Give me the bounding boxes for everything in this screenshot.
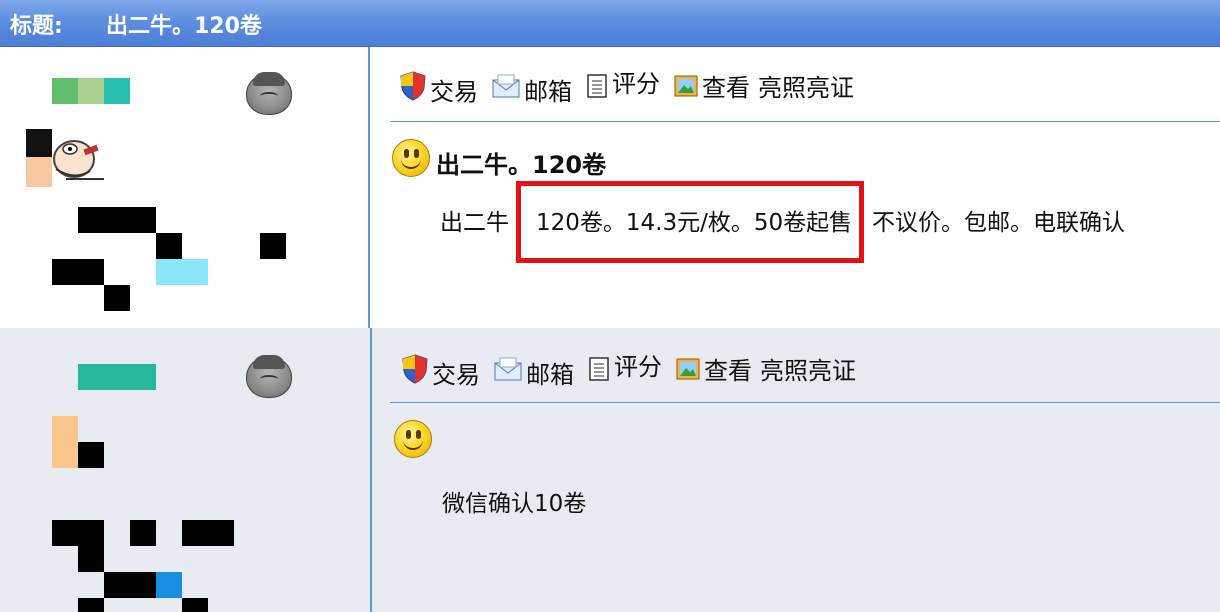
smiley-icon	[394, 420, 432, 458]
mail-icon	[494, 357, 522, 387]
popeye-avatar-icon[interactable]	[26, 129, 106, 187]
mailbox-label: 邮箱	[524, 77, 572, 106]
post-body-prefix: 出二牛	[440, 210, 509, 236]
post-2-toolbar: 交易 邮箱 评分 查看 亮照亮证	[402, 353, 870, 390]
title-bar: 标题: 出二牛。120卷	[0, 0, 1220, 47]
view-license-button[interactable]: 查看 亮照亮证	[674, 72, 854, 107]
smiley-icon	[392, 139, 430, 177]
column-divider	[370, 328, 372, 612]
picture-icon	[676, 358, 700, 386]
view-label: 查看	[702, 73, 750, 102]
username-blurred[interactable]	[78, 364, 156, 390]
thread-title: 出二牛。120卷	[106, 14, 262, 39]
gray-face-avatar-icon	[246, 355, 292, 398]
trade-button[interactable]: 交易	[402, 354, 480, 390]
user-info-blurred	[52, 520, 252, 612]
picture-icon	[674, 75, 698, 103]
shield-icon	[400, 71, 426, 107]
show-license-label: 亮照亮证	[758, 73, 854, 102]
post-2-author-panel	[0, 328, 368, 612]
post-1-header-divider	[390, 121, 1220, 122]
post-body-suffix: 不议价。包邮。电联确认	[872, 210, 1125, 236]
rating-button[interactable]: 评分	[586, 70, 660, 107]
post-2: 交易 邮箱 评分 查看 亮照亮证 微信确认10卷	[0, 328, 1220, 612]
avatar-blurred[interactable]	[52, 416, 104, 468]
mailbox-label: 邮箱	[526, 360, 574, 389]
view-license-button[interactable]: 查看 亮照亮证	[676, 355, 856, 390]
post-2-header-divider	[390, 402, 1220, 403]
username-blurred[interactable]	[52, 78, 130, 104]
post-body: 微信确认10卷	[442, 491, 587, 517]
view-label: 查看	[704, 356, 752, 385]
trade-label: 交易	[430, 77, 478, 106]
post-1-toolbar: 交易 邮箱 评分 查看 亮照亮证	[400, 70, 868, 107]
trade-label: 交易	[432, 360, 480, 389]
mailbox-button[interactable]: 邮箱	[494, 355, 574, 390]
rating-label: 评分	[614, 352, 662, 381]
mailbox-button[interactable]: 邮箱	[492, 72, 572, 107]
post-title: 出二牛。120卷	[436, 151, 607, 179]
document-icon	[588, 357, 610, 387]
rating-button[interactable]: 评分	[588, 353, 662, 390]
document-icon	[586, 74, 608, 104]
post-body-highlighted: 120卷。14.3元/枚。50卷起售	[536, 210, 853, 236]
column-divider	[368, 47, 370, 328]
user-info-blurred	[52, 207, 292, 317]
title-label: 标题:	[10, 14, 63, 39]
post-1-author-panel	[0, 47, 368, 328]
shield-icon	[402, 354, 428, 390]
post-1: 交易 邮箱 评分 查看 亮照亮证 出二牛。120卷 出二牛 120卷。14.3元…	[0, 47, 1220, 328]
rating-label: 评分	[612, 69, 660, 98]
show-license-label: 亮照亮证	[760, 356, 856, 385]
gray-face-avatar-icon	[246, 72, 292, 115]
trade-button[interactable]: 交易	[400, 71, 478, 107]
mail-icon	[492, 74, 520, 104]
